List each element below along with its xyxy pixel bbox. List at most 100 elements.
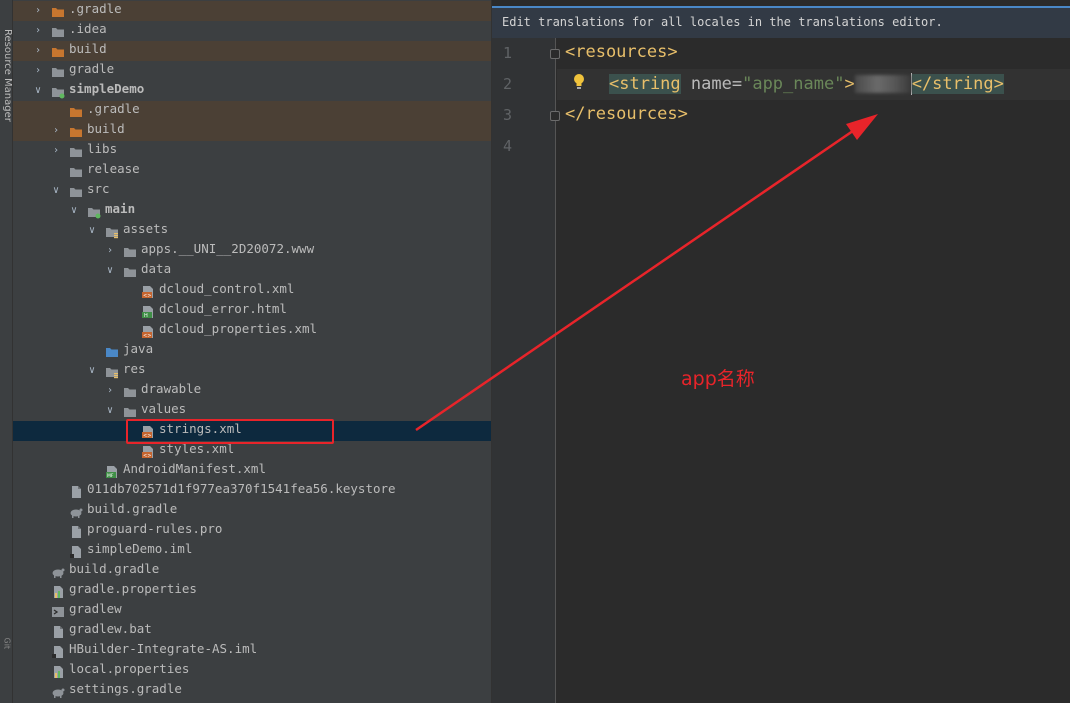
tree-item-label: build bbox=[87, 121, 125, 136]
gradle-icon bbox=[69, 504, 83, 518]
chevron-down-icon[interactable]: ∨ bbox=[68, 201, 80, 221]
tree-row[interactable]: › .idea bbox=[13, 21, 491, 41]
tree-row[interactable]: › gradle bbox=[13, 61, 491, 81]
chevron-down-icon[interactable]: ∨ bbox=[50, 181, 62, 201]
fold-marker-open[interactable] bbox=[550, 49, 560, 59]
chevron-right-icon[interactable]: › bbox=[104, 241, 116, 261]
app-name-value: "app_name" bbox=[742, 74, 845, 94]
gradle-icon bbox=[51, 684, 65, 698]
tree-item-label: 011db702571d1f977ea370f1541fea56.keystor… bbox=[87, 481, 396, 496]
properties-file-icon bbox=[51, 584, 65, 598]
tree-row[interactable]: ∨ assets bbox=[13, 221, 491, 241]
strings-xml-highlight-box bbox=[126, 419, 334, 444]
tree-row[interactable]: build.gradle bbox=[13, 561, 491, 581]
tree-item-label: assets bbox=[123, 221, 169, 236]
tree-row[interactable]: simpleDemo.iml bbox=[13, 541, 491, 561]
folder-icon bbox=[69, 124, 83, 138]
fold-marker-close[interactable] bbox=[550, 111, 560, 121]
tree-row[interactable]: ∨ data bbox=[13, 261, 491, 281]
tree-row[interactable]: ∨ simpleDemo bbox=[13, 81, 491, 101]
tree-row[interactable]: › drawable bbox=[13, 381, 491, 401]
tree-row[interactable]: › apps.__UNI__2D20072.www bbox=[13, 241, 491, 261]
line-number-4: 4 bbox=[502, 137, 512, 155]
tree-row[interactable]: ∨ src bbox=[13, 181, 491, 201]
tree-item-label: build.gradle bbox=[69, 561, 160, 576]
gradle-icon bbox=[51, 564, 65, 578]
tree-row[interactable]: HBuilder-Integrate-AS.iml bbox=[13, 641, 491, 661]
tree-row[interactable]: MF AndroidManifest.xml bbox=[13, 461, 491, 481]
chevron-right-icon[interactable]: › bbox=[50, 141, 62, 161]
source-folder-icon bbox=[87, 204, 101, 219]
tree-row[interactable]: › libs bbox=[13, 141, 491, 161]
chevron-down-icon[interactable]: ∨ bbox=[104, 261, 116, 281]
tree-row[interactable]: ∨ values bbox=[13, 401, 491, 421]
chevron-down-icon[interactable]: ∨ bbox=[86, 221, 98, 241]
tree-row[interactable]: 011db702571d1f977ea370f1541fea56.keystor… bbox=[13, 481, 491, 501]
tree-row[interactable]: java bbox=[13, 341, 491, 361]
tree-item-label: .gradle bbox=[87, 101, 140, 116]
svg-text:H: H bbox=[144, 313, 148, 319]
lightbulb-icon[interactable] bbox=[572, 73, 586, 91]
code-line-3[interactable]: </resources> bbox=[565, 104, 688, 124]
string-open-tag: <string bbox=[609, 74, 681, 94]
tree-row[interactable]: <> dcloud_properties.xml bbox=[13, 321, 491, 341]
tree-row[interactable]: ∨ main bbox=[13, 201, 491, 221]
tree-item-label: gradle bbox=[69, 61, 115, 76]
file-icon bbox=[69, 524, 83, 538]
tree-item-label: local.properties bbox=[69, 661, 190, 676]
tree-row[interactable]: .gradle bbox=[13, 101, 491, 121]
tree-item-label: main bbox=[105, 201, 136, 216]
tree-item-label: apps.__UNI__2D20072.www bbox=[141, 241, 315, 256]
name-attribute: name bbox=[680, 74, 732, 94]
tree-row[interactable]: gradlew bbox=[13, 601, 491, 621]
translations-banner: Edit translations for all locales in the… bbox=[492, 6, 1070, 38]
tree-row[interactable]: › build bbox=[13, 41, 491, 61]
chevron-down-icon[interactable]: ∨ bbox=[32, 81, 44, 101]
code-line-2[interactable]: <string name="app_name"> </string> bbox=[609, 73, 1004, 95]
tree-item-label: dcloud_control.xml bbox=[159, 281, 295, 296]
line-number-1: 1 bbox=[502, 44, 512, 62]
tree-item-label: .gradle bbox=[69, 1, 122, 16]
folder-icon bbox=[51, 44, 65, 58]
chevron-right-icon[interactable]: › bbox=[32, 1, 44, 21]
git-tab[interactable]: Git bbox=[3, 638, 12, 668]
equals-sign: = bbox=[731, 74, 743, 94]
chevron-right-icon[interactable]: › bbox=[32, 41, 44, 61]
tree-row[interactable]: proguard-rules.pro bbox=[13, 521, 491, 541]
tree-item-label: drawable bbox=[141, 381, 202, 396]
tree-row[interactable]: settings.gradle bbox=[13, 681, 491, 701]
tree-row[interactable]: release bbox=[13, 161, 491, 181]
code-line-1[interactable]: <resources> bbox=[565, 42, 678, 62]
chevron-right-icon[interactable]: › bbox=[32, 61, 44, 81]
tool-window-stripe: Resource Manager Git bbox=[0, 0, 13, 703]
tree-item-label: build.gradle bbox=[87, 501, 178, 516]
tree-row[interactable]: › build bbox=[13, 121, 491, 141]
resources-open-tag: <resources> bbox=[565, 42, 678, 62]
code-editor[interactable]: Edit translations for all locales in the… bbox=[491, 0, 1070, 703]
banner-text: Edit translations for all locales in the… bbox=[502, 15, 943, 29]
chevron-down-icon[interactable]: ∨ bbox=[104, 401, 116, 421]
tree-row[interactable]: build.gradle bbox=[13, 501, 491, 521]
tree-item-label: dcloud_error.html bbox=[159, 301, 287, 316]
tree-item-label: AndroidManifest.xml bbox=[123, 461, 266, 476]
module-folder-icon bbox=[51, 84, 65, 99]
tree-row[interactable]: <> dcloud_control.xml bbox=[13, 281, 491, 301]
resource-manager-tab[interactable]: Resource Manager bbox=[1, 29, 13, 122]
chevron-right-icon[interactable]: › bbox=[32, 21, 44, 41]
svg-text:<>: <> bbox=[143, 453, 151, 459]
tree-row[interactable]: ∨ res bbox=[13, 361, 491, 381]
tree-row[interactable]: gradle.properties bbox=[13, 581, 491, 601]
tree-row[interactable]: › .gradle bbox=[13, 1, 491, 21]
chevron-down-icon[interactable]: ∨ bbox=[86, 361, 98, 381]
tree-row[interactable]: gradlew.bat bbox=[13, 621, 491, 641]
iml-file-icon bbox=[69, 544, 83, 558]
tree-row[interactable]: local.properties bbox=[13, 661, 491, 681]
tree-item-label: values bbox=[141, 401, 187, 416]
xml-file-icon: <> bbox=[141, 284, 155, 299]
chevron-right-icon[interactable]: › bbox=[50, 121, 62, 141]
chevron-right-icon[interactable]: › bbox=[104, 381, 116, 401]
tree-row[interactable]: <> styles.xml bbox=[13, 441, 491, 461]
tree-row[interactable]: Hdcloud_error.html bbox=[13, 301, 491, 321]
tree-item-label: simpleDemo.iml bbox=[87, 541, 193, 556]
folder-icon bbox=[123, 244, 137, 258]
